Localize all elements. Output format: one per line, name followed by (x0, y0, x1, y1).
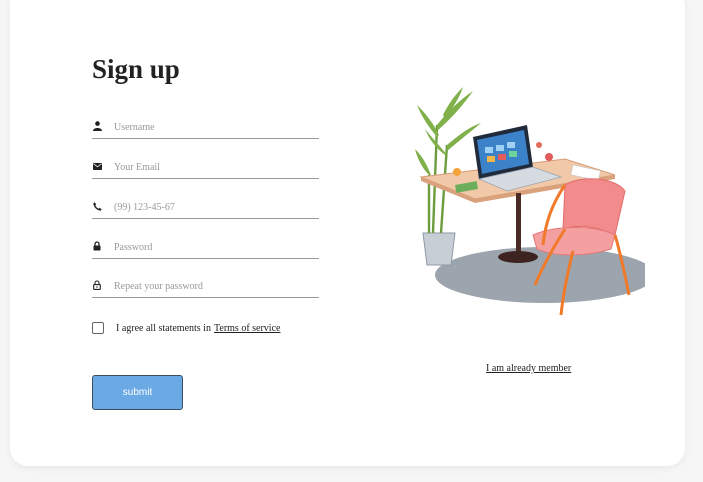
flower-vase (545, 153, 553, 161)
chair-back (562, 178, 626, 236)
terms-link[interactable]: Terms of service (214, 323, 281, 334)
username-input[interactable] (114, 118, 314, 136)
password-input[interactable] (114, 238, 314, 256)
agree-text: I agree all statements in (116, 322, 211, 334)
page-title: Sign up (92, 54, 180, 84)
submit-button[interactable]: submit (92, 375, 183, 410)
agree-checkbox[interactable] (92, 322, 104, 334)
username-field-row (92, 118, 319, 139)
person-icon (92, 120, 102, 132)
phone-icon (92, 200, 102, 212)
repeat-password-field-row (92, 277, 319, 298)
lock-icon (92, 240, 102, 252)
phone-input[interactable] (114, 198, 314, 216)
flower (536, 142, 542, 148)
already-member-link[interactable]: I am already member (486, 363, 571, 374)
desk-illustration (415, 87, 645, 316)
desk-leg (516, 193, 521, 255)
email-field-row (92, 158, 319, 179)
mug (453, 168, 461, 176)
plant-pot (422, 232, 456, 266)
bamboo-leaves (415, 87, 481, 175)
password-field-row (92, 238, 319, 259)
email-input[interactable] (114, 158, 314, 176)
repeat-password-input[interactable] (114, 277, 314, 295)
agree-row: I agree all statements in Terms of servi… (92, 321, 280, 335)
phone-field-row (92, 198, 319, 219)
desk-base (498, 251, 538, 263)
envelope-icon (92, 160, 102, 172)
lock-open-icon (92, 279, 102, 291)
